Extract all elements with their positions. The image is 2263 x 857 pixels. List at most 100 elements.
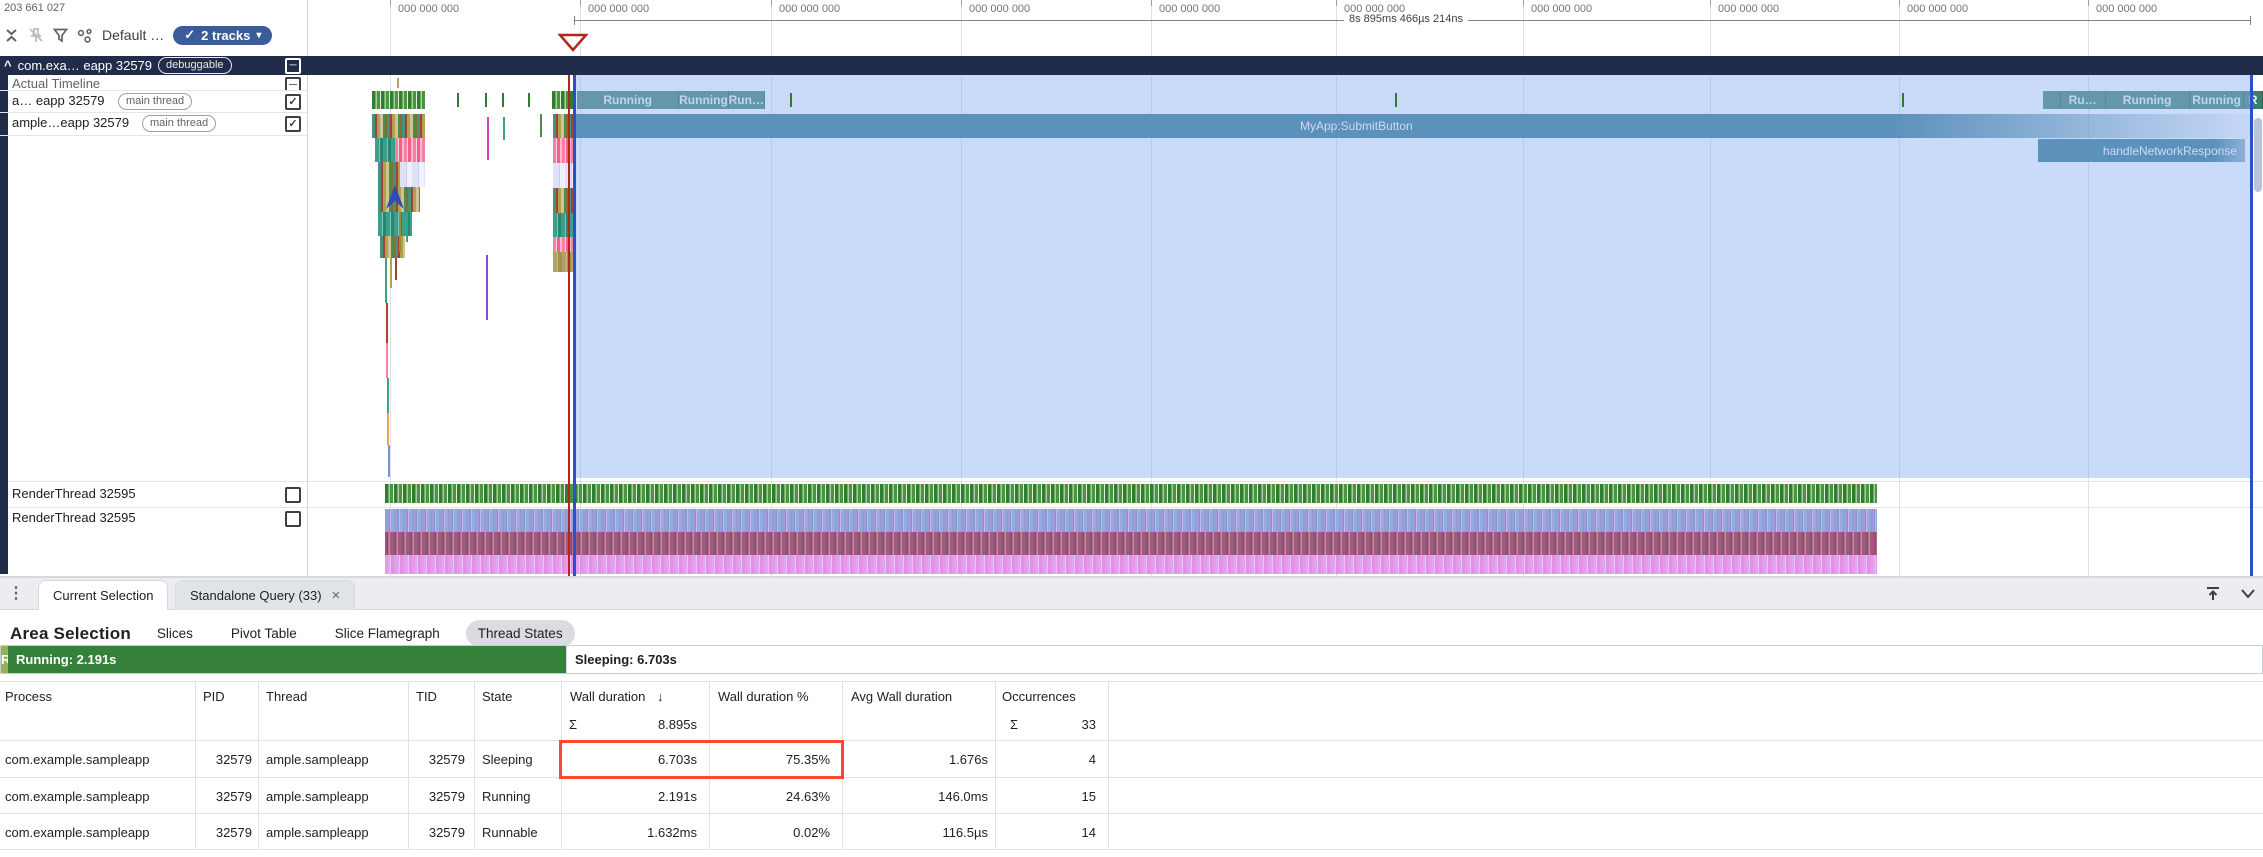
thread-state-tick[interactable] — [1902, 93, 1904, 107]
flame-slices-decoration[interactable] — [395, 138, 425, 162]
ruler-tick-label: 000 000 000 — [1531, 3, 1592, 15]
track-row-actual-timeline[interactable]: Actual Timeline ─ — [8, 75, 307, 90]
col-header-occurrences[interactable]: Occurrences — [1002, 689, 1076, 704]
track-row-main-thread[interactable]: ample…eapp 32579 main thread ✓ — [8, 112, 307, 135]
flame-slice-thin[interactable] — [385, 258, 387, 303]
thread-state-tick[interactable] — [457, 93, 459, 107]
chevron-down-icon[interactable] — [2240, 588, 2256, 600]
thread-state-running-cluster[interactable] — [372, 91, 425, 109]
cell-process: com.example.sampleapp — [5, 825, 150, 840]
renderthread-flame-decoration[interactable] — [385, 555, 1877, 574]
flame-slice-thin[interactable] — [395, 258, 397, 280]
cell-thread: ample.sampleapp — [266, 752, 369, 767]
col-header-avg-wall-duration[interactable]: Avg Wall duration — [851, 689, 952, 704]
area-selection-flag-icon[interactable] — [558, 33, 588, 52]
pin-off-icon[interactable] — [28, 27, 44, 44]
flame-slice-thin[interactable] — [386, 303, 388, 343]
flame-slice-thin[interactable] — [387, 413, 389, 445]
col-header-state[interactable]: State — [482, 689, 512, 704]
summary-segment-running[interactable]: Running: 2.191s — [8, 646, 566, 673]
unfold-less-icon[interactable] — [4, 27, 19, 44]
thread-state-tick[interactable] — [502, 93, 504, 107]
thread-state-tick[interactable] — [485, 93, 487, 107]
kebab-menu-icon[interactable]: ⋮ — [8, 583, 24, 603]
flame-slice-thin[interactable] — [390, 258, 392, 288]
chevron-up-icon[interactable]: ^ — [4, 58, 12, 73]
flame-slices-decoration[interactable] — [372, 114, 425, 138]
collapse-panel-icon[interactable] — [2204, 585, 2222, 603]
tab-current-selection[interactable]: Current Selection — [38, 580, 168, 610]
col-header-thread[interactable]: Thread — [266, 689, 307, 704]
section-title: Area Selection — [10, 624, 131, 644]
row-separator — [0, 849, 2263, 850]
process-group-header[interactable]: ^ com.exa… eapp 32579 debuggable ─ — [0, 56, 2263, 75]
column-divider — [195, 681, 196, 849]
workspace-selector[interactable]: Default … — [102, 27, 164, 43]
group-checkbox-mixed[interactable]: ─ — [285, 58, 301, 74]
track-divider — [0, 481, 2263, 482]
workspace-icon[interactable] — [77, 28, 93, 43]
flame-slices-decoration[interactable] — [380, 236, 405, 258]
flame-slice-thin[interactable] — [540, 114, 542, 137]
thread-state-tick[interactable] — [528, 93, 530, 107]
col-header-wall-duration[interactable]: Wall duration ↓ — [570, 689, 664, 704]
table-border — [0, 681, 2263, 682]
flame-slice-thin[interactable] — [386, 343, 388, 378]
tab-standalone-query[interactable]: Standalone Query (33) × — [175, 580, 355, 610]
col-header-wall-duration-pct[interactable]: Wall duration % — [718, 689, 809, 704]
thread-state-tick[interactable] — [790, 93, 792, 107]
flame-slice-thin[interactable] — [486, 255, 488, 320]
measurement-end-tick — [2250, 16, 2251, 25]
flame-slice-thin[interactable] — [388, 445, 390, 477]
ruler-tick — [390, 0, 391, 6]
sort-descending-icon[interactable]: ↓ — [657, 689, 664, 704]
cell-wall-duration-pct: 0.02% — [720, 825, 830, 840]
track-checkbox-mixed[interactable]: ─ — [285, 77, 301, 90]
cell-avg-wall-duration: 1.676s — [860, 752, 988, 767]
track-row-render-thread-1[interactable]: RenderThread 32595 — [8, 482, 307, 507]
flame-slice-thin[interactable] — [487, 117, 489, 160]
flame-slice-thin[interactable] — [503, 117, 505, 140]
flame-slice-thin[interactable] — [406, 212, 408, 242]
cell-state: Runnable — [482, 825, 538, 840]
renderthread-flame-decoration[interactable] — [385, 509, 1877, 532]
view-tab-slices[interactable]: Slices — [145, 620, 205, 647]
filter-icon[interactable] — [53, 28, 68, 43]
tracks-filter-button[interactable]: ✓ 2 tracks ▾ — [173, 26, 272, 45]
track-checkbox-checked[interactable]: ✓ — [285, 116, 301, 132]
ruler-tick — [580, 0, 581, 6]
track-row-thread-state[interactable]: a… eapp 32579 main thread ✓ — [8, 90, 307, 112]
area-selection-overlay[interactable] — [576, 75, 2251, 478]
selection-start-line[interactable] — [573, 75, 576, 576]
col-header-pid[interactable]: PID — [203, 689, 225, 704]
track-checkbox-unchecked[interactable] — [285, 511, 301, 527]
tracks-button-label: 2 tracks — [201, 28, 250, 43]
close-icon[interactable]: × — [332, 587, 341, 604]
renderthread-slices-decoration[interactable] — [385, 484, 1877, 503]
cell-tid: 32579 — [410, 789, 465, 804]
view-tab-thread-states[interactable]: Thread States — [466, 620, 575, 647]
selection-end-line[interactable] — [2250, 75, 2253, 576]
vertical-scrollbar-thumb[interactable] — [2254, 118, 2262, 192]
column-divider — [474, 681, 475, 849]
details-panel: ⋮ Current Selection Standalone Query (33… — [0, 577, 2263, 857]
view-tab-pivot-table[interactable]: Pivot Table — [219, 620, 309, 647]
renderthread-flame-decoration[interactable] — [385, 532, 1877, 555]
flame-slices-decoration[interactable] — [375, 138, 395, 162]
debuggable-badge: debuggable — [158, 57, 232, 74]
col-header-process[interactable]: Process — [5, 689, 52, 704]
process-group-title: com.exa… eapp 32579 — [18, 58, 152, 73]
cell-thread: ample.sampleapp — [266, 789, 369, 804]
summary-segment-runnable[interactable]: R — [1, 646, 8, 673]
summary-segment-sleeping[interactable]: Sleeping: 6.703s — [566, 646, 2262, 673]
flame-slice-thin[interactable] — [387, 378, 389, 413]
col-header-tid[interactable]: TID — [416, 689, 437, 704]
thread-state-tick[interactable] — [1395, 93, 1397, 107]
selection-arrow-marker — [385, 184, 405, 210]
ruler-tick-label: 000 000 000 — [1159, 3, 1220, 15]
track-row-render-thread-2[interactable]: RenderThread 32595 — [8, 508, 307, 528]
track-checkbox-unchecked[interactable] — [285, 487, 301, 503]
view-tab-slice-flamegraph[interactable]: Slice Flamegraph — [323, 620, 452, 647]
flame-slice-thin[interactable] — [399, 212, 401, 252]
track-checkbox-checked[interactable]: ✓ — [285, 94, 301, 110]
